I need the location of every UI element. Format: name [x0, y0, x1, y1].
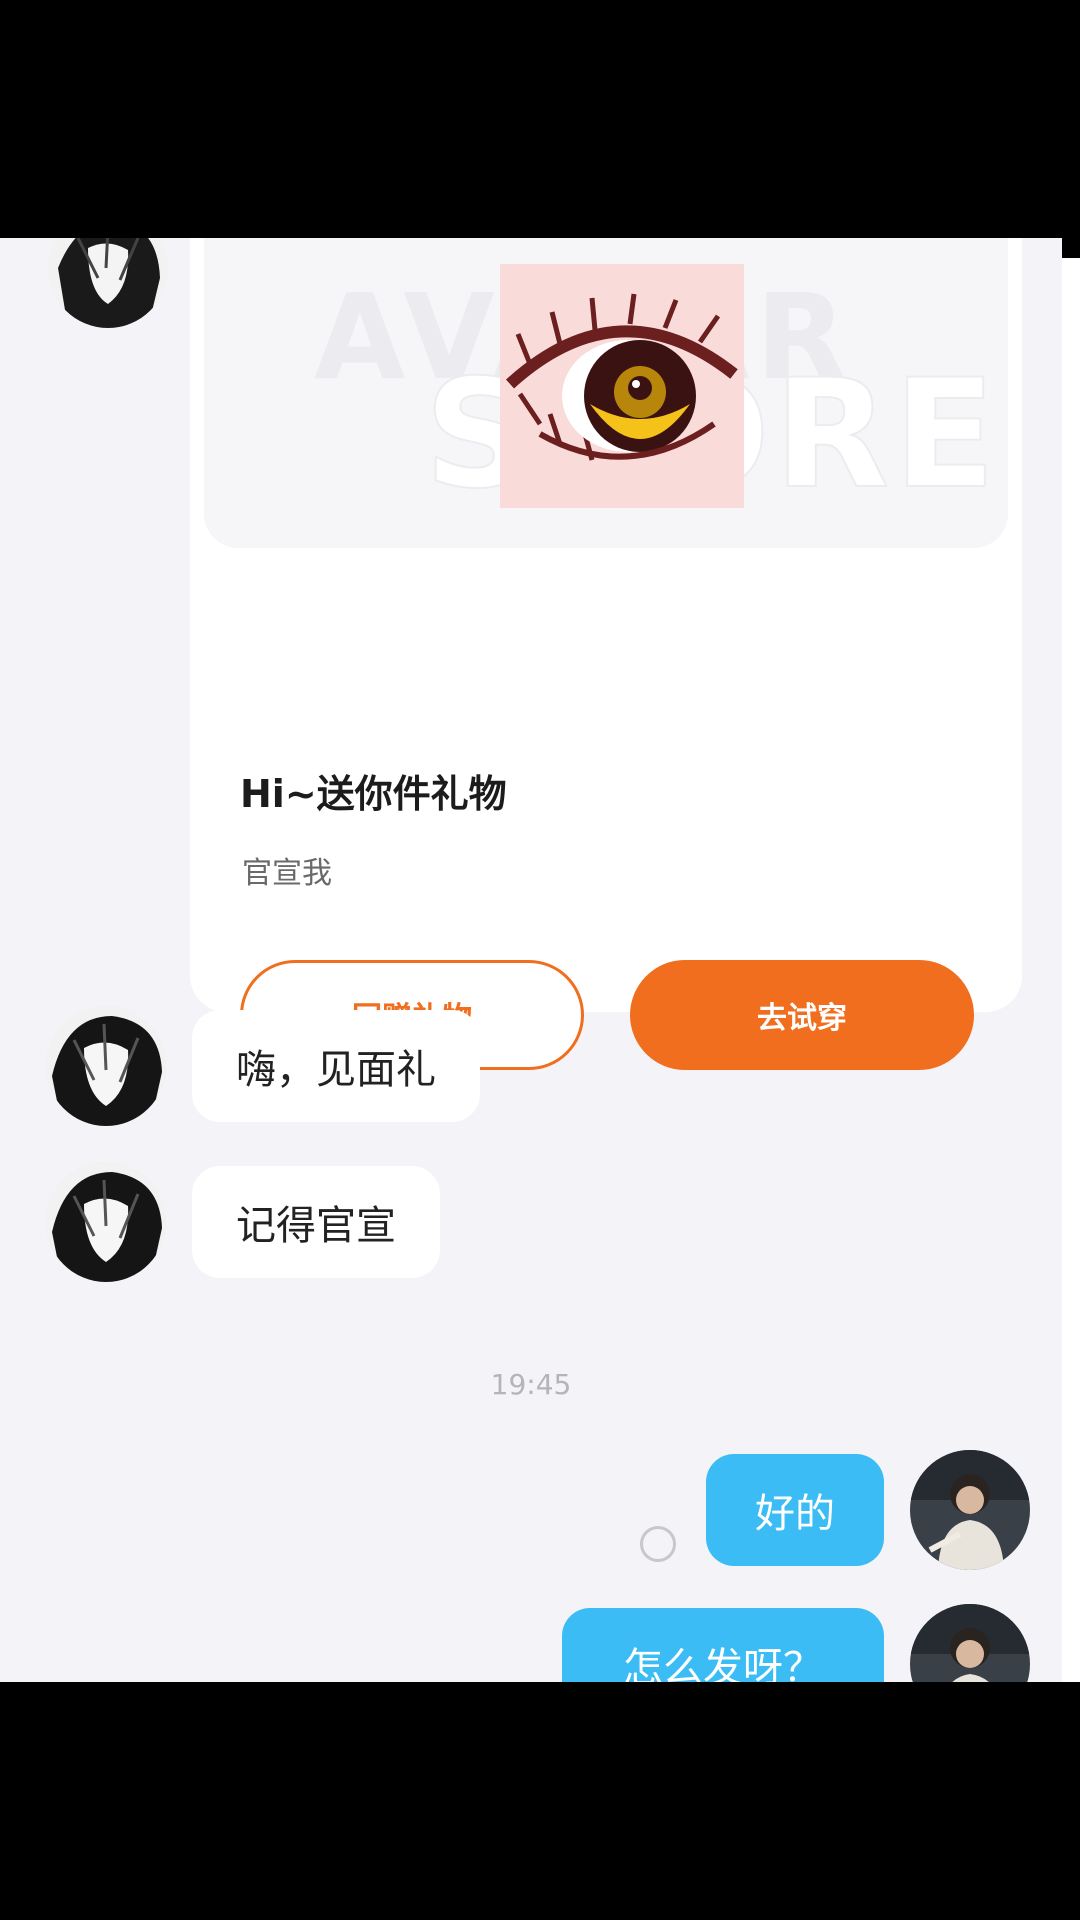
manga-avatar-icon	[46, 1162, 166, 1282]
gift-card-subtitle: 官宣我	[242, 856, 332, 891]
gift-card-title: Hi~送你件礼物	[240, 772, 507, 816]
message-bubble[interactable]: 嗨，见面礼	[192, 1010, 480, 1122]
other-user-avatar[interactable]	[46, 1006, 166, 1126]
screen-edge	[1062, 258, 1080, 1682]
message-timestamp: 19:45	[490, 1368, 572, 1401]
sending-status-icon	[640, 1526, 676, 1562]
manga-avatar-icon	[48, 238, 168, 328]
other-user-avatar[interactable]	[46, 1162, 166, 1282]
gift-item-image[interactable]	[500, 264, 744, 508]
anime-eye-icon	[500, 264, 744, 508]
photo-avatar-icon	[910, 1450, 1030, 1570]
try-on-button[interactable]: 去试穿	[630, 960, 974, 1070]
other-user-avatar[interactable]	[48, 238, 168, 328]
message-bubble[interactable]: 记得官宣	[192, 1166, 440, 1278]
message-text: 嗨，见面礼	[236, 1047, 436, 1093]
my-avatar[interactable]	[910, 1604, 1030, 1682]
my-avatar[interactable]	[910, 1450, 1030, 1570]
gift-banner: AVATAR STORE	[204, 238, 1008, 548]
chat-screen[interactable]: AVATAR STORE Hi~送你件礼物 官宣我	[0, 238, 1062, 1682]
gift-card: AVATAR STORE Hi~送你件礼物 官宣我	[190, 238, 1022, 1070]
manga-avatar-icon	[46, 1006, 166, 1126]
message-text: 怎么发呀？	[623, 1645, 823, 1682]
my-message-bubble[interactable]: 怎么发呀？	[562, 1608, 884, 1682]
message-text: 好的	[755, 1491, 835, 1537]
message-text: 记得官宣	[236, 1203, 396, 1249]
my-message-bubble[interactable]: 好的	[706, 1454, 884, 1566]
photo-avatar-icon	[910, 1604, 1030, 1682]
